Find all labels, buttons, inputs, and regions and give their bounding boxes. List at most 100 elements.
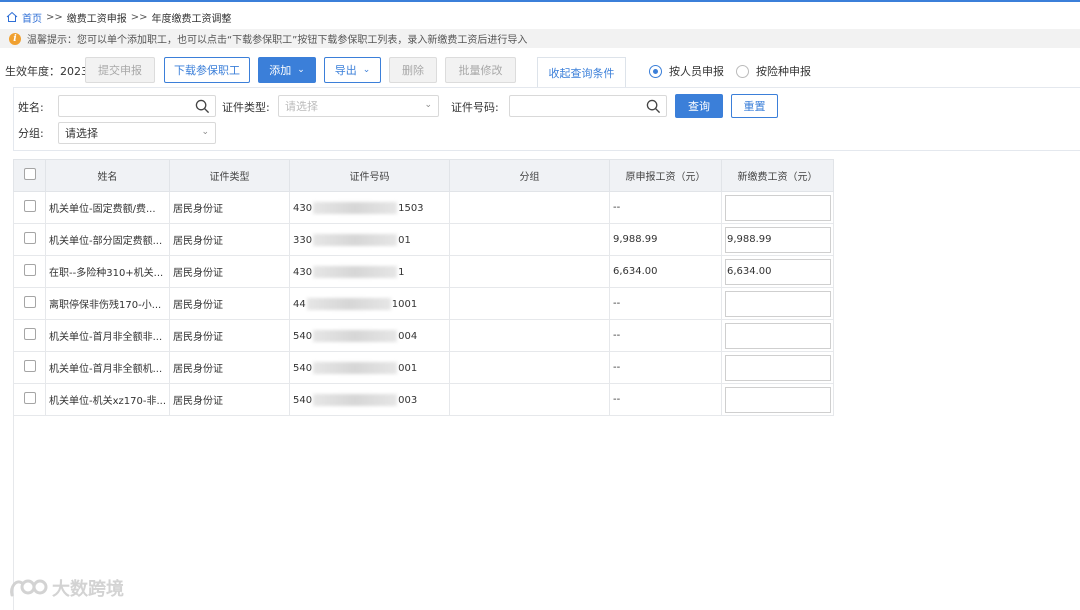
breadcrumb-separator: >> [46, 11, 63, 23]
id-number-suffix: 01 [398, 234, 411, 246]
download-employees-button[interactable]: 下载参保职工 [164, 57, 250, 83]
row-select-cell[interactable] [13, 383, 46, 416]
id-number-input[interactable] [509, 95, 667, 117]
batch-edit-button[interactable]: 批量修改 [445, 57, 516, 83]
cell-original-wage: -- [609, 351, 722, 384]
row-checkbox[interactable] [23, 232, 36, 244]
redacted-blur [306, 297, 391, 310]
new-wage-input[interactable] [725, 354, 831, 381]
cell-original-wage: -- [609, 383, 722, 416]
info-icon: i [9, 32, 21, 45]
id-number-suffix: 001 [398, 362, 418, 374]
export-button-label: 导出 [334, 64, 357, 77]
id-number-prefix: 540 [293, 394, 313, 406]
cell-original-wage: 6,634.00 [609, 255, 722, 288]
cell-id-type: 居民身份证 [169, 255, 290, 288]
row-select-cell[interactable] [13, 223, 46, 256]
chevron-down-icon: ⌄ [362, 65, 371, 75]
row-select-cell[interactable] [13, 319, 46, 352]
row-select-cell[interactable] [13, 351, 46, 384]
id-number-prefix: 330 [293, 234, 313, 246]
column-header-name: 姓名 [45, 159, 170, 192]
table-row[interactable]: 机关单位-固定费额/费... 居民身份证 430 1503 -- [13, 191, 834, 224]
cell-name: 机关单位-固定费额/费... [45, 191, 170, 224]
row-checkbox[interactable] [23, 328, 36, 340]
cell-id-number: 430 1 [289, 255, 450, 288]
select-all-checkbox[interactable] [23, 168, 36, 180]
table-row[interactable]: 机关单位-首月非全额机... 居民身份证 540 001 -- [13, 351, 834, 384]
radio-by-person[interactable]: 按人员申报 [649, 63, 724, 79]
new-wage-input[interactable] [725, 386, 831, 413]
radio-by-person-label: 按人员申报 [669, 65, 724, 78]
group-label: 分组: [18, 127, 44, 140]
row-checkbox[interactable] [23, 296, 36, 308]
table-row[interactable]: 离职停保非伤残170-小... 居民身份证 44 1001 -- [13, 287, 834, 320]
group-select[interactable]: 请选择 ⌄ [58, 122, 216, 144]
top-accent-line [0, 0, 1080, 2]
cell-original-wage: -- [609, 319, 722, 352]
new-wage-input[interactable]: 9,988.99 [725, 226, 831, 253]
cell-new-wage [721, 287, 834, 320]
id-number-suffix: 003 [398, 394, 418, 406]
effective-year: 生效年度：2023 [5, 63, 88, 79]
row-checkbox[interactable] [23, 264, 36, 276]
redacted-blur [313, 233, 398, 246]
cell-id-type: 居民身份证 [169, 191, 290, 224]
cell-name: 机关单位-部分固定费额... [45, 223, 170, 256]
cell-id-type: 居民身份证 [169, 287, 290, 320]
radio-unchecked-icon[interactable] [736, 64, 749, 78]
radio-checked-icon[interactable] [649, 64, 662, 78]
new-wage-input[interactable] [725, 194, 831, 221]
new-wage-input[interactable] [725, 290, 831, 317]
cell-name: 在职--多险种310+机关... [45, 255, 170, 288]
cell-group [449, 287, 610, 320]
collapse-query-tab[interactable]: 收起查询条件 [537, 57, 626, 87]
row-checkbox[interactable] [23, 360, 36, 372]
cell-new-wage [721, 191, 834, 224]
row-select-cell[interactable] [13, 287, 46, 320]
table-row[interactable]: 在职--多险种310+机关... 居民身份证 430 1 6,634.00 6,634.0… [13, 255, 834, 288]
query-button[interactable]: 查询 [675, 94, 723, 118]
id-number-suffix: 1001 [391, 298, 418, 310]
id-type-label: 证件类型: [222, 101, 270, 114]
toolbar: 生效年度：2023 提交申报 下载参保职工 添加 ⌄ 导出 ⌄ 删除 批量修改 … [0, 56, 1080, 87]
table-row[interactable]: 机关单位-机关xz170-非... 居民身份证 540 003 -- [13, 383, 834, 416]
select-all-cell[interactable] [13, 159, 46, 192]
table-row[interactable]: 机关单位-首月非全额非... 居民身份证 540 004 -- [13, 319, 834, 352]
cell-id-number: 430 1503 [289, 191, 450, 224]
home-icon[interactable] [6, 11, 18, 23]
cell-group [449, 383, 610, 416]
cell-group [449, 351, 610, 384]
id-type-select[interactable]: 请选择 ⌄ [278, 95, 439, 117]
name-label: 姓名: [18, 101, 44, 114]
name-input[interactable] [58, 95, 216, 117]
cell-new-wage: 9,988.99 [721, 223, 834, 256]
submit-declaration-button[interactable]: 提交申报 [85, 57, 155, 83]
id-number-suffix: 004 [398, 330, 418, 342]
reset-button[interactable]: 重置 [731, 94, 778, 118]
radio-by-insurance[interactable]: 按险种申报 [736, 63, 811, 79]
cell-id-type: 居民身份证 [169, 223, 290, 256]
new-wage-input[interactable] [725, 322, 831, 349]
export-button[interactable]: 导出 ⌄ [324, 57, 381, 83]
add-button[interactable]: 添加 ⌄ [258, 57, 316, 83]
cell-id-type: 居民身份证 [169, 383, 290, 416]
row-select-cell[interactable] [13, 255, 46, 288]
breadcrumb-home-link[interactable]: 首页 [22, 10, 42, 25]
breadcrumb-item-wage-declaration[interactable]: 缴费工资申报 [67, 10, 127, 25]
new-wage-input[interactable]: 6,634.00 [725, 258, 831, 285]
cell-id-number: 540 001 [289, 351, 450, 384]
cell-new-wage: 6,634.00 [721, 255, 834, 288]
search-icon[interactable] [646, 99, 661, 114]
column-header-group: 分组 [449, 159, 610, 192]
breadcrumb: 首页 >> 缴费工资申报 >> 年度缴费工资调整 [6, 9, 232, 25]
row-select-cell[interactable] [13, 191, 46, 224]
cell-id-number: 540 003 [289, 383, 450, 416]
search-icon[interactable] [195, 99, 210, 114]
row-checkbox[interactable] [23, 200, 36, 212]
table-row[interactable]: 机关单位-部分固定费额... 居民身份证 330 01 9,988.99 9,988.99 [13, 223, 834, 256]
delete-button[interactable]: 删除 [389, 57, 437, 83]
add-button-label: 添加 [269, 64, 292, 77]
breadcrumb-item-annual-adjust: 年度缴费工资调整 [151, 13, 232, 25]
row-checkbox[interactable] [23, 392, 36, 404]
